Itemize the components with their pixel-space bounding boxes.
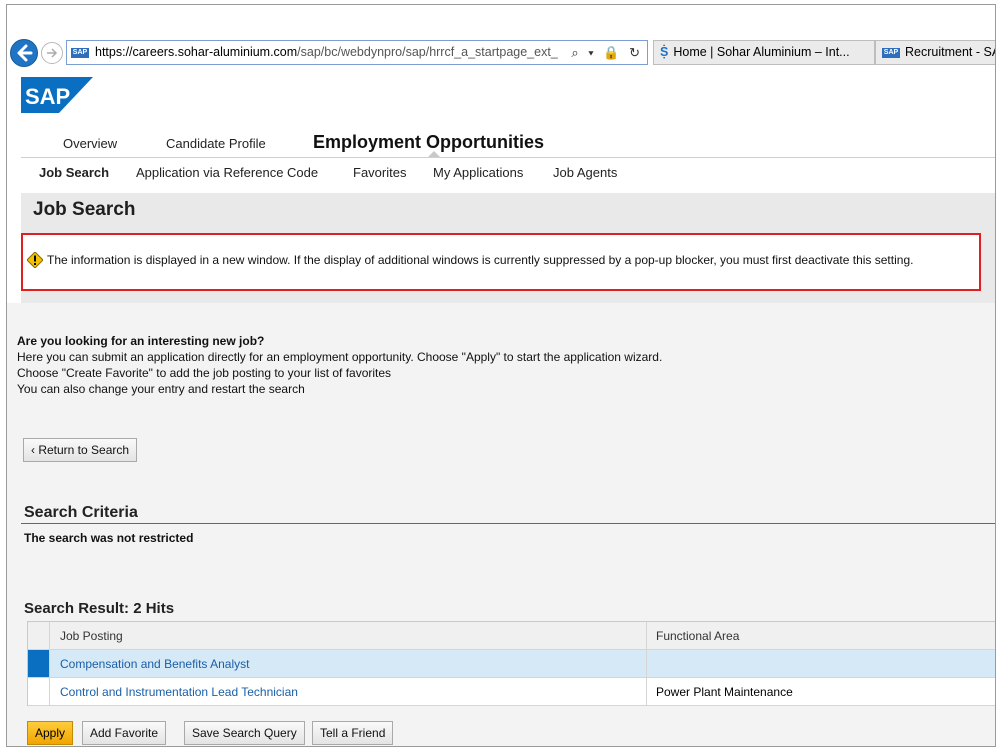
column-divider (646, 650, 647, 677)
svg-text:SAP: SAP (25, 84, 70, 109)
column-divider (646, 678, 647, 705)
forward-arrow-icon (47, 48, 58, 58)
save-search-query-button[interactable]: Save Search Query (184, 721, 305, 745)
functional-area-cell: Power Plant Maintenance (656, 685, 793, 699)
sap-icon: SAP (882, 47, 900, 58)
intro-text: Are you looking for an interesting new j… (17, 333, 662, 397)
browser-window: SAP https://careers.sohar-aluminium.com/s… (6, 4, 996, 747)
nav-divider (21, 157, 995, 158)
action-toolbar: Apply Add Favorite Save Search Query Tel… (7, 717, 995, 746)
url-domain: sohar-aluminium.com (177, 45, 298, 59)
search-criteria-text: The search was not restricted (24, 531, 194, 545)
subnav-my-applications[interactable]: My Applications (433, 165, 523, 180)
intro-line: Here you can submit an application direc… (17, 350, 663, 364)
url-protocol: https://careers. (95, 45, 178, 59)
url-path: /sap/bc/webdynpro/sap/hrrcf_a_startpage_… (297, 45, 558, 59)
back-arrow-icon (17, 44, 33, 62)
subnav-job-agents[interactable]: Job Agents (553, 165, 617, 180)
tab-label: Home | Sohar Aluminium – Int... (673, 45, 850, 59)
subnav-reference-code[interactable]: Application via Reference Code (136, 165, 318, 180)
table-row[interactable]: Compensation and Benefits Analyst (28, 650, 995, 678)
address-bar-icons[interactable]: ⌕ ▾ 🔒 ↻ (571, 41, 643, 64)
back-button[interactable] (10, 39, 38, 67)
tab-label: Recruitment - SA (905, 45, 996, 59)
message-text: The information is displayed in a new wi… (47, 253, 914, 267)
page-title: Job Search (33, 199, 136, 220)
subnav-job-search[interactable]: Job Search (39, 165, 109, 180)
apply-button[interactable]: Apply (27, 721, 74, 745)
intro-question: Are you looking for an interesting new j… (17, 334, 265, 348)
job-posting-link[interactable]: Control and Instrumentation Lead Technic… (60, 685, 298, 699)
popup-warning-message: The information is displayed in a new wi… (21, 233, 981, 291)
browser-tab-recruitment[interactable]: SAP Recruitment - SA (875, 40, 996, 65)
nav-employment-opportunities[interactable]: Employment Opportunities (313, 132, 544, 153)
column-divider (646, 622, 647, 649)
return-to-search-button[interactable]: ‹ Return to Search (23, 438, 138, 462)
row-selector[interactable] (28, 650, 50, 677)
column-header-functional-area[interactable]: Functional Area (656, 629, 739, 643)
section-divider (21, 523, 995, 524)
forward-button[interactable] (41, 42, 63, 64)
results-table: Job Posting Functional Area Compensation… (27, 621, 995, 706)
message-area: The information is displayed in a new wi… (21, 227, 995, 303)
warning-icon (27, 252, 43, 268)
sap-favicon-icon: SAP (71, 47, 89, 58)
search-criteria-title: Search Criteria (24, 504, 138, 521)
browser-tab-home[interactable]: Ṩ Home | Sohar Aluminium – Int... (653, 40, 875, 65)
row-selector[interactable] (28, 678, 50, 705)
intro-line: You can also change your entry and resta… (17, 382, 305, 396)
tell-a-friend-button[interactable]: Tell a Friend (312, 721, 394, 745)
address-bar[interactable]: SAP https://careers.sohar-aluminium.com/s… (66, 40, 648, 65)
select-all-cell[interactable] (28, 622, 50, 649)
subnav-favorites[interactable]: Favorites (353, 165, 406, 180)
browser-toolbar: SAP https://careers.sohar-aluminium.com/s… (7, 5, 995, 67)
sap-logo: SAP (21, 77, 93, 113)
table-row[interactable]: Control and Instrumentation Lead Technic… (28, 678, 995, 706)
nav-candidate-profile[interactable]: Candidate Profile (166, 136, 266, 151)
job-posting-link[interactable]: Compensation and Benefits Analyst (60, 657, 249, 671)
search-result-title: Search Result: 2 Hits (24, 600, 175, 617)
sohar-icon: Ṩ (660, 45, 669, 59)
intro-line: Choose "Create Favorite" to add the job … (17, 366, 392, 380)
sub-navigation: Job Search Application via Reference Cod… (7, 161, 995, 187)
top-navigation: Overview Candidate Profile Employment Op… (7, 123, 995, 157)
page-title-bar: Job Search (21, 193, 995, 227)
nav-overview[interactable]: Overview (63, 136, 117, 151)
add-favorite-button[interactable]: Add Favorite (82, 721, 167, 745)
table-header-row: Job Posting Functional Area (28, 622, 995, 650)
column-header-job-posting[interactable]: Job Posting (60, 629, 123, 643)
main-content: Are you looking for an interesting new j… (7, 303, 995, 746)
